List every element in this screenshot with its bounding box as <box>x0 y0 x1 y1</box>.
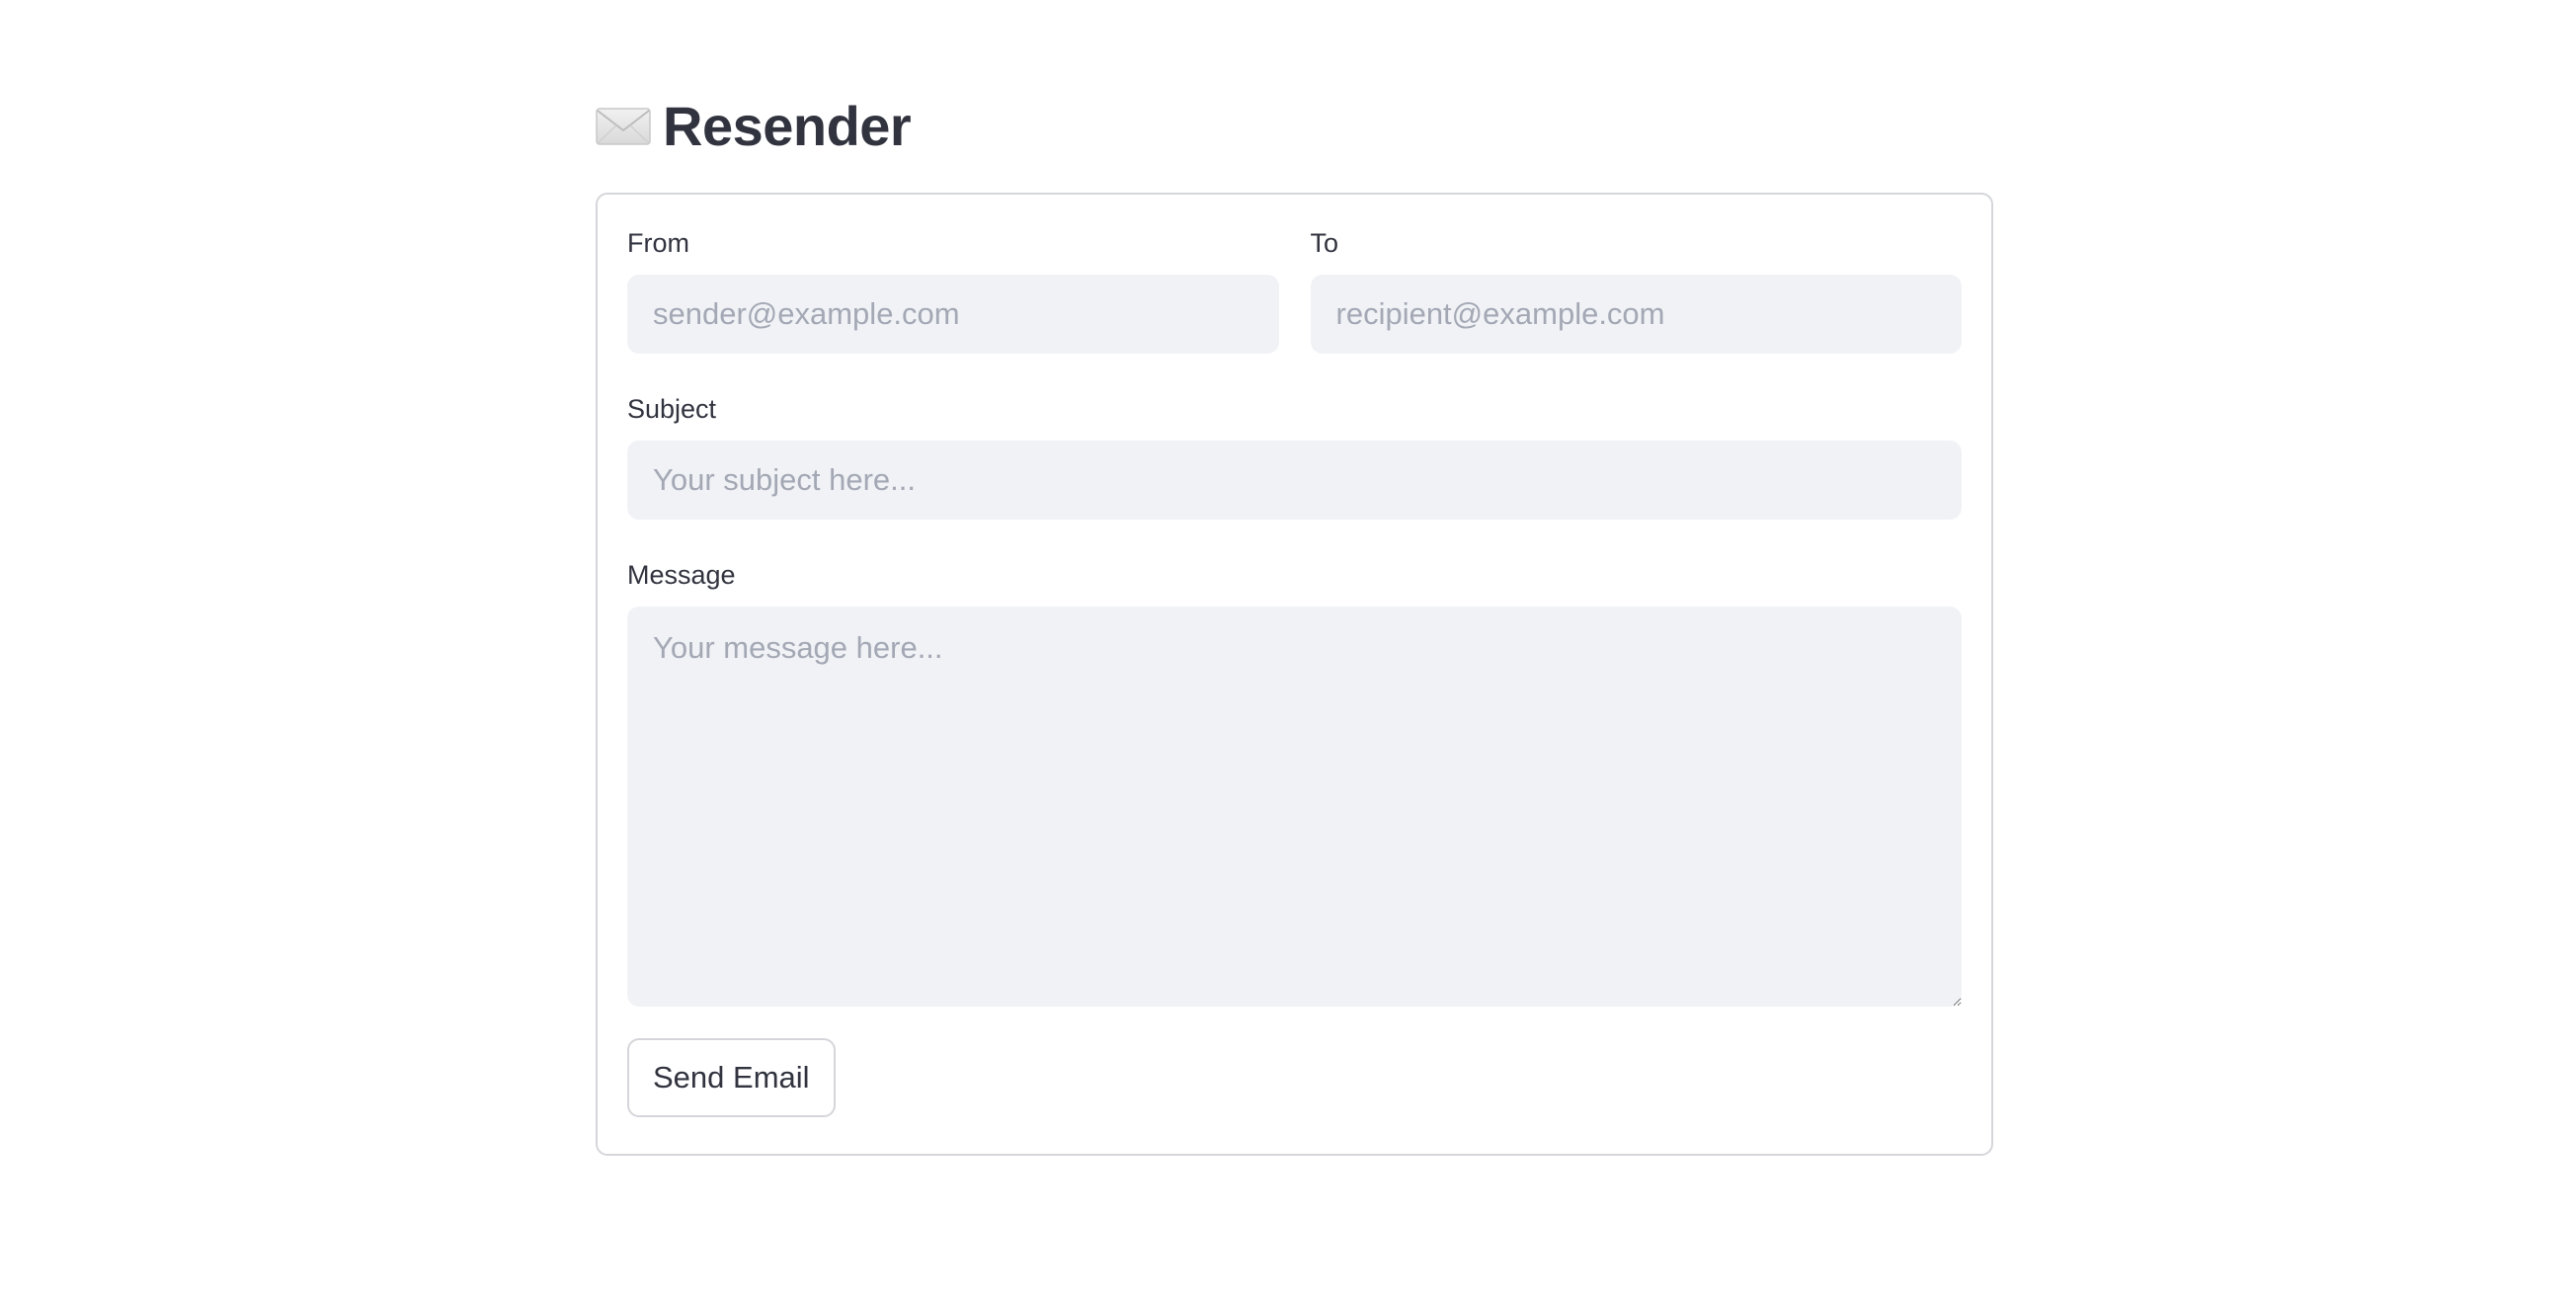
app-page: Resender From To Subject Message <box>0 0 2576 1298</box>
subject-label: Subject <box>627 394 717 424</box>
subject-field-group: Subject <box>627 392 1962 520</box>
email-form: From To Subject Message Send Email <box>596 193 1993 1156</box>
to-label: To <box>1310 228 1339 258</box>
message-label: Message <box>627 560 736 590</box>
to-input[interactable] <box>1310 275 1962 354</box>
to-field-group: To <box>1310 226 1962 354</box>
page-header: Resender <box>596 94 1993 159</box>
page-title: Resender <box>663 95 912 157</box>
main-content: Resender From To Subject Message <box>596 94 1993 1156</box>
envelope-icon <box>596 107 651 146</box>
subject-input[interactable] <box>627 441 1962 520</box>
message-textarea[interactable] <box>627 607 1962 1007</box>
from-label: From <box>627 228 689 258</box>
from-input[interactable] <box>627 275 1279 354</box>
from-field-group: From <box>627 226 1279 354</box>
address-row: From To <box>627 226 1962 354</box>
message-field-group: Message <box>627 558 1962 1007</box>
send-email-button[interactable]: Send Email <box>627 1038 836 1117</box>
